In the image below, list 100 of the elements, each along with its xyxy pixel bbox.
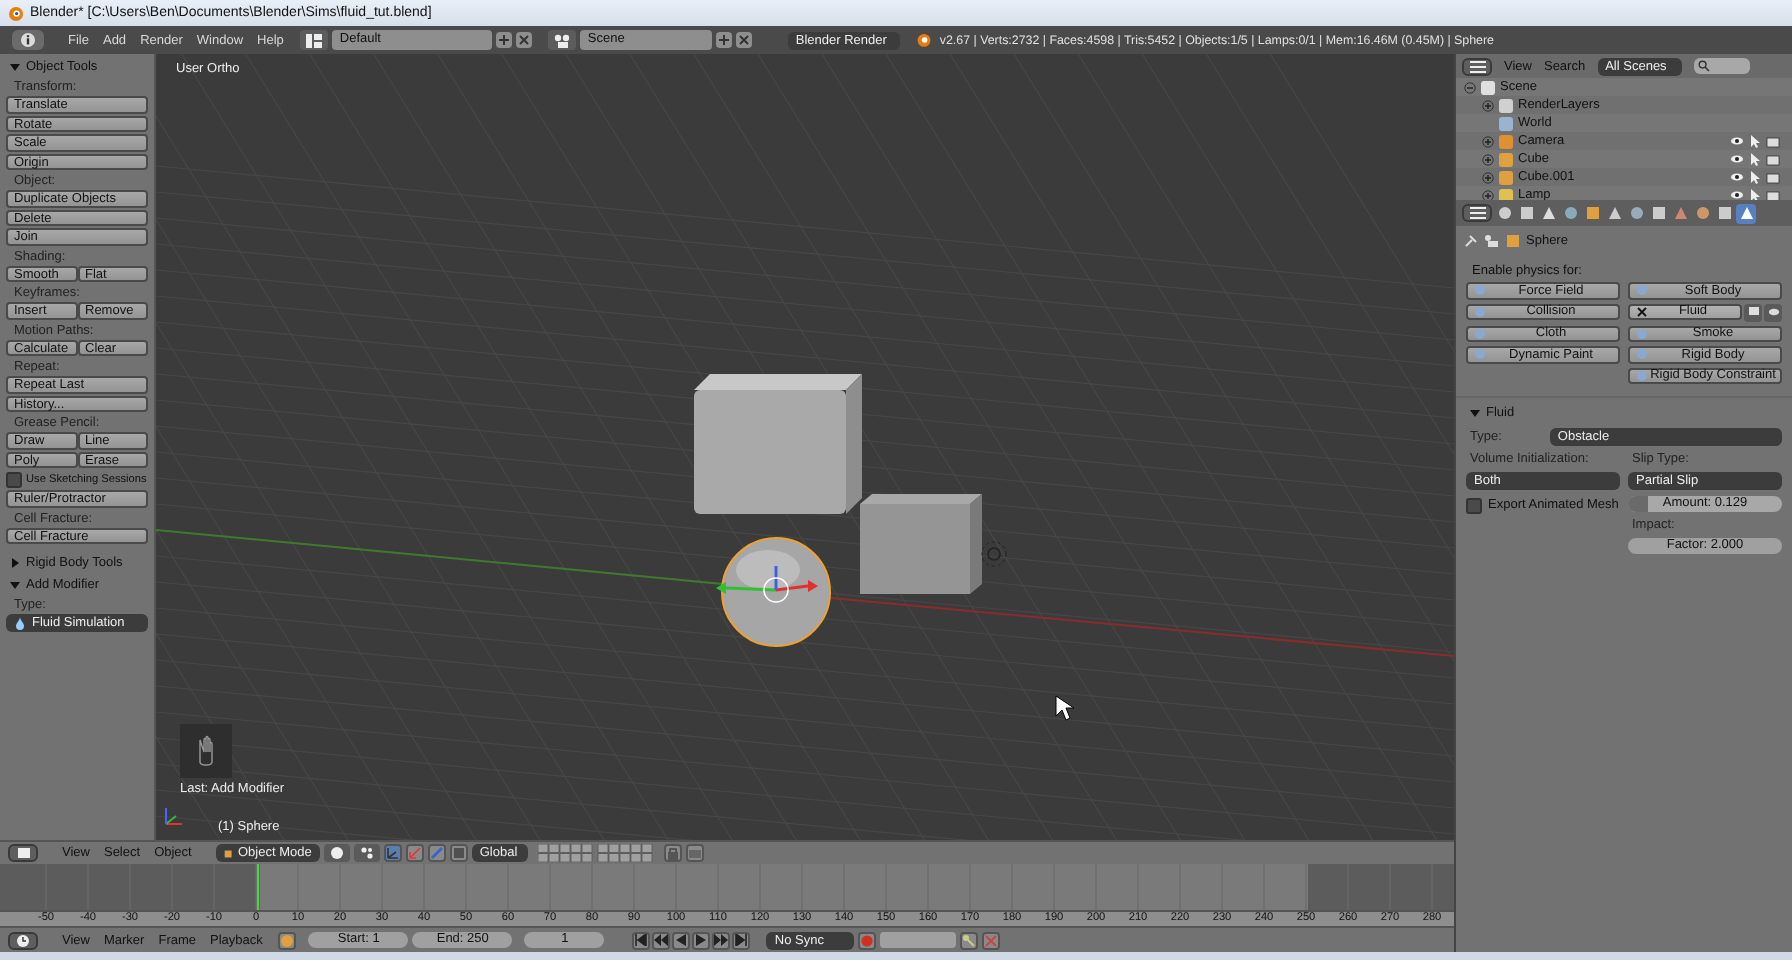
close-icon (1636, 305, 1648, 318)
sphere-drawing[interactable] (721, 537, 831, 647)
show-in-viewport-toggle[interactable] (1744, 303, 1762, 321)
skip-back-icon (634, 934, 649, 946)
jump-end-button[interactable] (732, 931, 751, 949)
hand-icon (180, 724, 232, 778)
editor-type-button[interactable] (8, 844, 38, 862)
app-logo-icon (6, 4, 24, 22)
layer-buttons[interactable] (537, 844, 654, 862)
play-reverse-button[interactable] (672, 931, 691, 949)
show-in-render-toggle[interactable] (1764, 303, 1782, 321)
shading-dropdown[interactable] (323, 844, 350, 862)
current-frame-line[interactable] (256, 864, 260, 910)
lock-toggle[interactable] (663, 844, 682, 862)
cube-icon (223, 847, 232, 859)
properties-tab[interactable] (1604, 203, 1624, 223)
globe-icon (1498, 115, 1514, 131)
remove-button[interactable] (515, 32, 532, 48)
delete-keyframe-button[interactable] (982, 931, 1001, 949)
square-icon (451, 846, 466, 860)
rewind-icon (654, 934, 669, 946)
cube-icon (1506, 234, 1520, 248)
plus-icon (1482, 153, 1494, 165)
fast-forward-icon (714, 934, 729, 946)
properties-tab[interactable] (1516, 203, 1536, 223)
play-button[interactable] (692, 931, 711, 949)
eye-icon[interactable] (1730, 136, 1744, 146)
expand-toggle[interactable] (1482, 171, 1494, 183)
expand-toggle[interactable] (1482, 99, 1494, 111)
cube-icon (15, 846, 31, 860)
list-icon (1469, 59, 1485, 73)
editor-type-button[interactable] (8, 931, 38, 949)
scale-toggle[interactable] (449, 844, 468, 862)
translate-toggle[interactable] (405, 844, 424, 862)
plus-icon (1482, 189, 1494, 200)
screen-layout-icon (305, 33, 322, 47)
expanded-arrow-icon (10, 61, 20, 71)
manipulator-toggle[interactable] (383, 844, 402, 862)
collapsed-arrow-icon (10, 557, 20, 567)
jump-start-button[interactable] (632, 931, 651, 949)
previous-keyframe-button[interactable] (652, 931, 671, 949)
plus-icon (1482, 99, 1494, 111)
remove-button[interactable] (735, 32, 752, 48)
properties-tab[interactable] (1626, 203, 1646, 223)
play-reverse-icon (674, 934, 689, 946)
add-button[interactable] (715, 32, 732, 48)
droplet-icon (14, 616, 26, 630)
transform-gizmo-drawing[interactable] (716, 566, 818, 603)
expand-toggle[interactable] (1482, 135, 1494, 147)
scene-selector[interactable] (547, 30, 576, 50)
eye-icon[interactable] (1730, 154, 1744, 164)
checkbox[interactable] (1466, 497, 1482, 513)
eye-icon[interactable] (1730, 190, 1744, 200)
properties-tab[interactable] (1736, 203, 1756, 223)
properties-tab[interactable] (1714, 203, 1734, 223)
properties-tab[interactable] (1692, 203, 1712, 223)
cube-icon (1585, 206, 1599, 220)
monitor-icon (1747, 306, 1759, 318)
pin-icon[interactable] (1464, 234, 1478, 248)
editor-type-button[interactable] (1462, 57, 1492, 75)
pivot-dropdown[interactable] (353, 844, 380, 862)
properties-tab[interactable] (1648, 203, 1668, 223)
key-icon (962, 933, 977, 947)
lamp-drawing[interactable] (981, 541, 1007, 567)
editor-type-button[interactable] (12, 30, 44, 50)
properties-tab[interactable] (1538, 203, 1558, 223)
expand-toggle[interactable] (1482, 153, 1494, 165)
insert-keyframe-button[interactable] (960, 931, 979, 949)
list-icon (1469, 206, 1485, 220)
next-keyframe-button[interactable] (712, 931, 731, 949)
auto-keying-button[interactable] (858, 931, 877, 949)
search-icon (1697, 60, 1710, 72)
globe-icon (1563, 206, 1577, 220)
expand-toggle[interactable] (1464, 81, 1476, 93)
eye-icon (1767, 306, 1779, 318)
checkbox[interactable] (6, 471, 22, 487)
axes-icon (385, 846, 400, 860)
eye-icon[interactable] (1730, 172, 1744, 182)
plus-icon (1482, 135, 1494, 147)
search-field[interactable] (1693, 58, 1750, 74)
physics-icon (1636, 284, 1648, 297)
layout-selector[interactable] (299, 30, 328, 50)
add-icon (497, 34, 510, 46)
play-icon (694, 934, 709, 946)
editor-type-button[interactable] (1462, 204, 1492, 222)
add-icon (717, 34, 730, 46)
plus-icon (1482, 171, 1494, 183)
info-icon (20, 32, 36, 48)
close-icon (737, 34, 750, 46)
expanded-arrow-icon (1470, 407, 1480, 417)
properties-tab[interactable] (1582, 203, 1602, 223)
axis-widget-icon (162, 804, 186, 828)
properties-tab[interactable] (1560, 203, 1580, 223)
expanded-arrow-icon (10, 579, 20, 589)
expand-toggle[interactable] (1482, 189, 1494, 200)
add-button[interactable] (495, 32, 512, 48)
minus-icon (1464, 81, 1476, 93)
record-icon (860, 933, 875, 947)
keying-set-field[interactable] (880, 932, 957, 948)
properties-tab[interactable] (1494, 203, 1514, 223)
